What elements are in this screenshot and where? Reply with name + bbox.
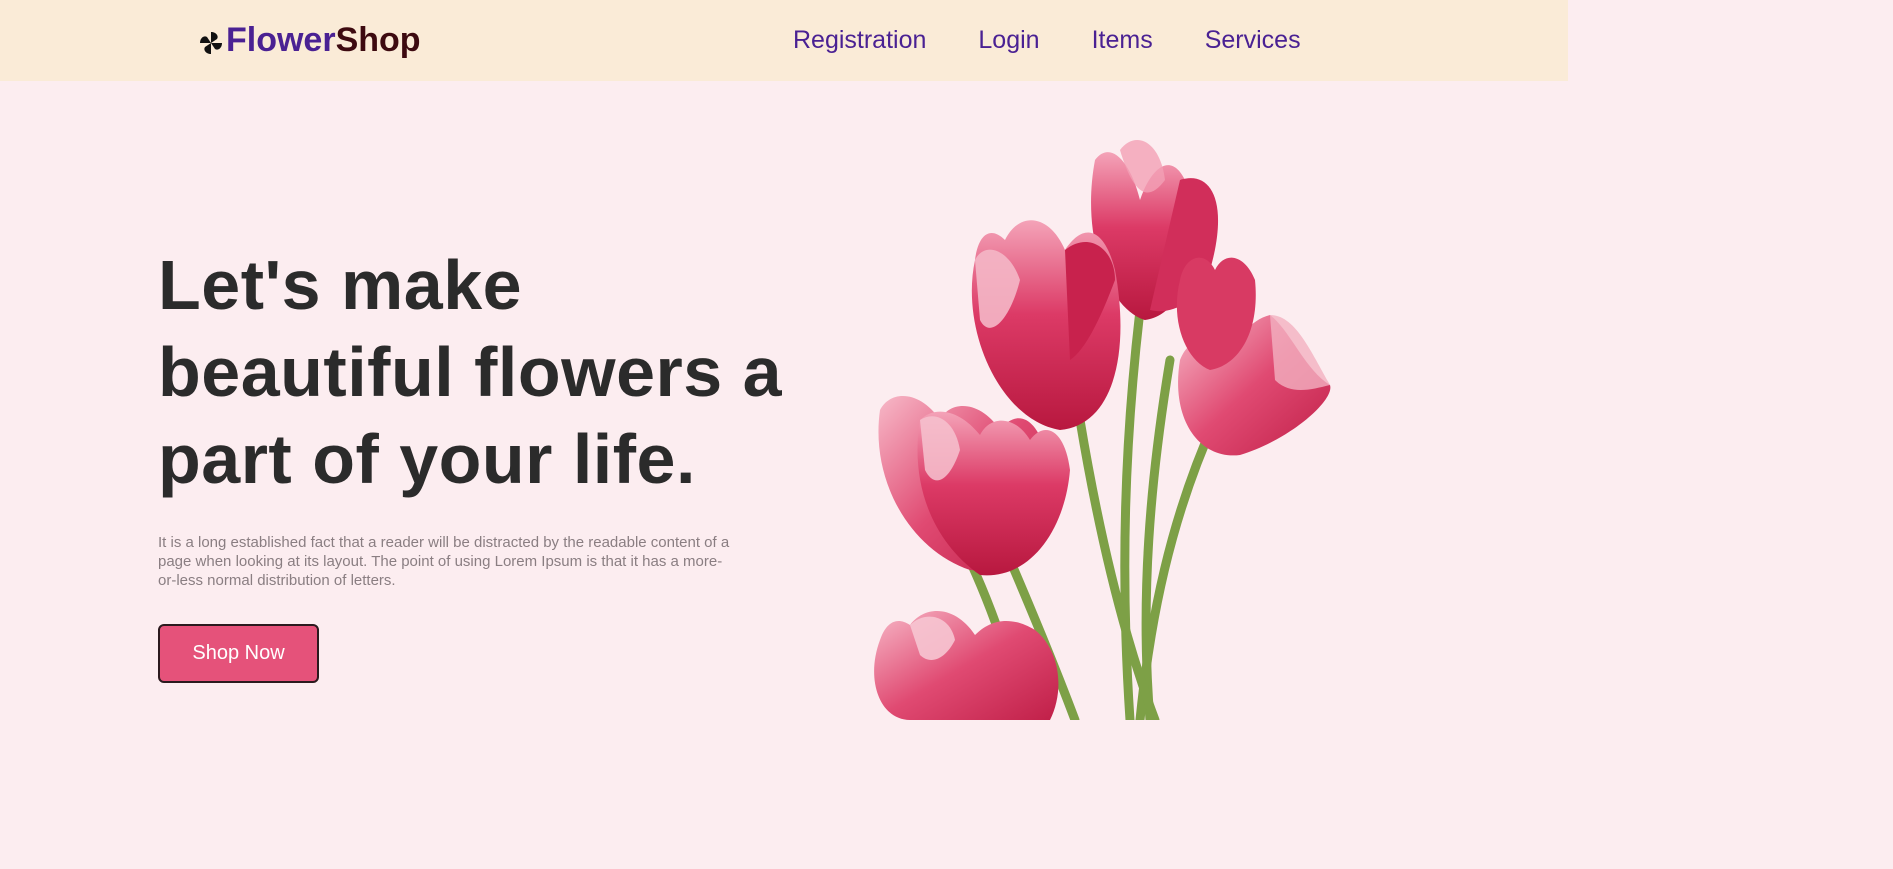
brand-logo[interactable]: Flower Shop bbox=[198, 18, 421, 62]
brand-name-flower: Flower bbox=[226, 20, 336, 59]
brand-name-shop: Shop bbox=[335, 20, 421, 59]
tulip-bottom bbox=[874, 611, 1059, 720]
tulips-image bbox=[874, 140, 1331, 720]
nav-link-registration[interactable]: Registration bbox=[793, 22, 926, 58]
pinwheel-icon bbox=[200, 32, 222, 54]
nav-link-services[interactable]: Services bbox=[1205, 22, 1301, 58]
top-navbar: Flower Shop Registration Login Items Serv… bbox=[0, 0, 1568, 81]
main-nav: Registration Login Items Services bbox=[793, 22, 1301, 58]
hero-headline: Let's make beautiful flowers a part of y… bbox=[158, 246, 783, 498]
hero-description: It is a long established fact that a rea… bbox=[158, 534, 730, 589]
nav-link-items[interactable]: Items bbox=[1092, 22, 1153, 58]
shop-now-button[interactable]: Shop Now bbox=[158, 624, 319, 683]
tulip-middle bbox=[971, 220, 1121, 430]
nav-link-login[interactable]: Login bbox=[978, 22, 1039, 58]
